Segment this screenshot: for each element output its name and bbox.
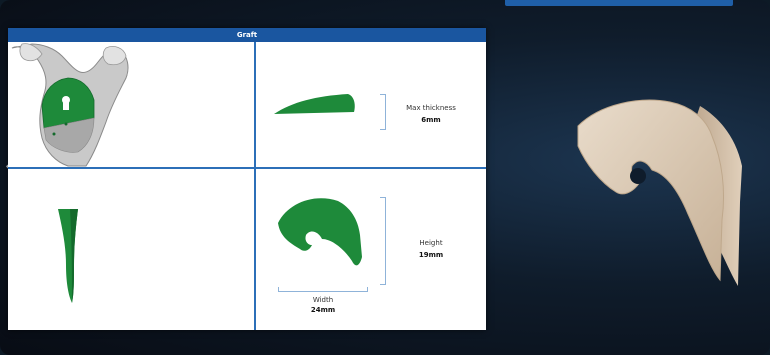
bone-view[interactable] xyxy=(8,42,254,167)
height-measurement: Height 19mm xyxy=(388,239,474,259)
face-view[interactable]: Height 19mm Width 24mm xyxy=(256,169,486,330)
height-value: 19mm xyxy=(418,251,444,259)
bone-graft-3d-image xyxy=(577,99,742,286)
height-label: Height xyxy=(419,239,443,247)
graft-planning-panel: Graft Max thickness 6mm Height 19mm Widt… xyxy=(8,28,486,330)
graft-side-profile xyxy=(274,94,355,114)
panel-title: Graft xyxy=(8,28,486,42)
thickness-bracket xyxy=(380,94,386,130)
height-bracket xyxy=(380,197,386,285)
top-accent-tab xyxy=(505,0,733,6)
width-measurement: Width 24mm xyxy=(286,296,360,314)
graft-3d-model[interactable] xyxy=(560,90,750,294)
max-thickness-measurement: Max thickness 6mm xyxy=(388,104,474,124)
graft-edge-profile xyxy=(58,209,78,303)
viewer-frame: ‹ Graft Max thi xyxy=(0,0,770,355)
width-value: 24mm xyxy=(310,306,336,314)
bone-model-image xyxy=(11,43,129,167)
width-bracket xyxy=(278,287,368,292)
edge-view[interactable] xyxy=(8,169,254,330)
width-label: Width xyxy=(312,296,334,304)
max-thickness-value: 6mm xyxy=(421,116,441,124)
thickness-view[interactable]: Max thickness 6mm xyxy=(256,42,486,167)
max-thickness-label: Max thickness xyxy=(406,104,456,112)
